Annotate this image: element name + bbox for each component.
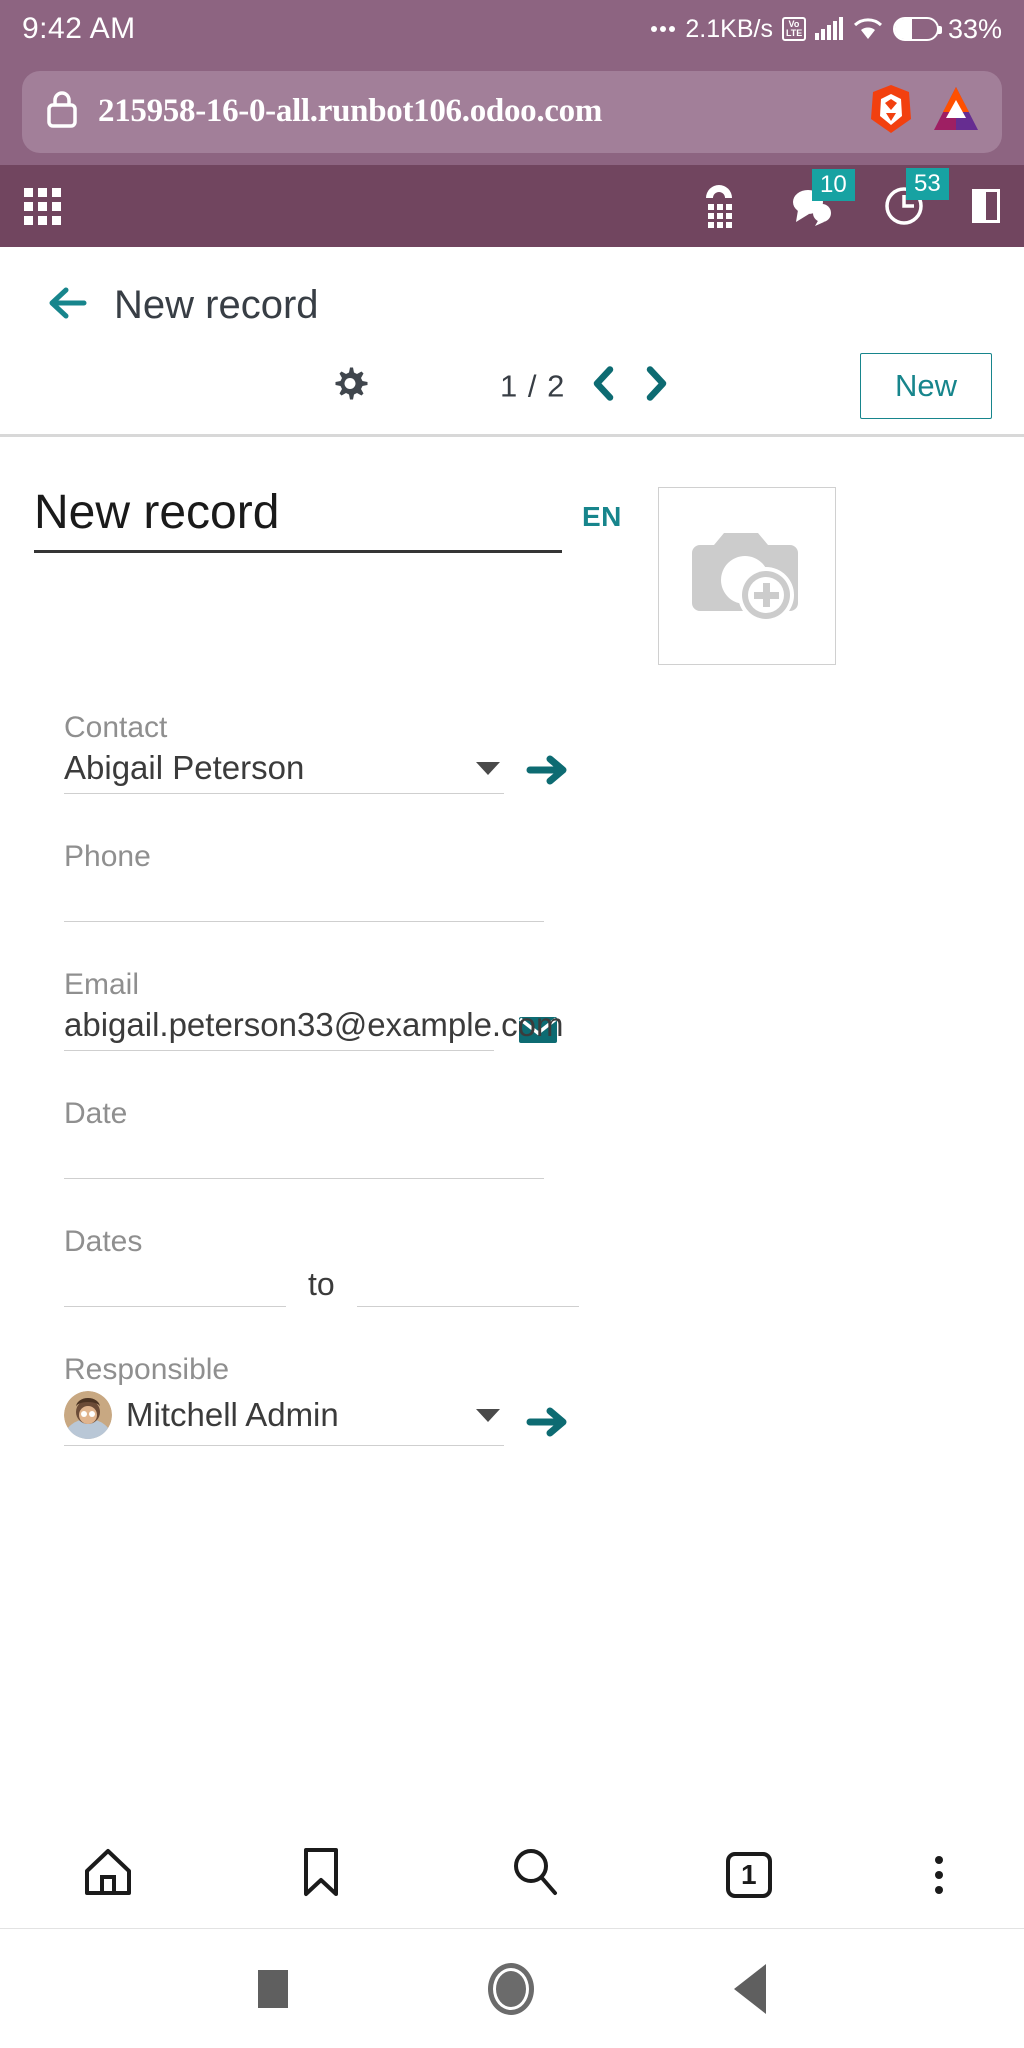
chevron-down-icon[interactable] (476, 1408, 500, 1422)
field-responsible-input[interactable]: Mitchell Admin (64, 1391, 504, 1446)
android-navigation-bar (0, 1928, 1024, 2048)
field-contact-value: Abigail Peterson (64, 749, 305, 786)
odoo-navbar: 10 53 (0, 165, 1024, 247)
home-button[interactable] (81, 1845, 135, 1904)
pager-count-label: 1 / 2 (500, 368, 566, 403)
avatar (64, 1391, 112, 1439)
field-email: Email abigail.peterson33@example.com (34, 922, 990, 1051)
field-contact-label: Contact (64, 711, 168, 744)
messages-button[interactable]: 10 (788, 169, 855, 227)
chevron-down-icon[interactable] (476, 761, 500, 775)
bookmarks-button[interactable] (298, 1845, 344, 1904)
back-button[interactable] (734, 1963, 766, 2014)
volte-bottom-label: LTE (785, 28, 803, 38)
field-dates: Dates to (34, 1179, 990, 1307)
field-email-label: Email (64, 968, 140, 1001)
side-panel-icon (972, 189, 1000, 223)
field-email-input[interactable]: abigail.peterson33@example.com (64, 1006, 563, 1051)
field-contact: Contact Abigail Peterson (34, 665, 990, 794)
language-badge[interactable]: EN (582, 487, 622, 533)
record-pager: 1 / 2 (500, 365, 673, 408)
form-title-row: New record EN (34, 486, 990, 665)
home-icon (85, 1849, 132, 1895)
field-date: Date (34, 1051, 990, 1179)
responsible-internal-link-button[interactable] (504, 1402, 572, 1446)
wifi-icon (853, 18, 882, 39)
pager-previous-button[interactable] (587, 365, 619, 408)
data-rate-label: 2.1KB/s (685, 14, 773, 43)
voip-button[interactable] (696, 182, 742, 230)
dates-separator-label: to (308, 1266, 335, 1302)
home-button[interactable] (488, 1962, 534, 2015)
breadcrumb: New record (0, 247, 1024, 338)
url-text[interactable]: 215958-16-0-all.runbot106.odoo.com (98, 93, 850, 130)
browser-url-bar-container: 215958-16-0-all.runbot106.odoo.com (0, 58, 1024, 165)
apps-grid-icon[interactable] (24, 187, 61, 225)
field-responsible-label: Responsible (64, 1353, 230, 1386)
search-icon (513, 1849, 557, 1895)
form-sheet: New record EN Contact Abigail Peterson P… (0, 437, 1024, 1446)
field-responsible: Responsible Mitchell Admin (34, 1307, 990, 1446)
record-title-input[interactable]: New record (34, 486, 562, 550)
bookmark-icon (304, 1848, 339, 1896)
browser-bottom-toolbar: 1 (0, 1820, 1024, 1928)
breadcrumb-title[interactable]: New record (114, 283, 319, 328)
messages-counter-badge: 10 (812, 169, 855, 201)
record-title-underline (34, 549, 562, 553)
phone-dialpad-icon (706, 185, 732, 228)
field-phone: Phone (34, 794, 990, 922)
field-phone-input[interactable] (64, 878, 544, 922)
lock-icon (44, 88, 80, 135)
field-date-label: Date (64, 1097, 128, 1130)
field-dates-label: Dates (64, 1225, 143, 1258)
data-activity-dots-icon (651, 26, 676, 32)
battery-icon (892, 17, 942, 41)
battery-percent-label: 33% (947, 13, 1002, 44)
recents-button[interactable] (258, 1969, 288, 2008)
status-clock: 9:42 AM (22, 12, 136, 45)
activities-button[interactable]: 53 (882, 168, 949, 228)
field-date-input[interactable] (64, 1135, 544, 1179)
url-bar[interactable]: 215958-16-0-all.runbot106.odoo.com (22, 70, 1002, 153)
bat-token-icon[interactable] (932, 84, 980, 139)
pager-next-button[interactable] (641, 365, 673, 408)
back-button[interactable] (46, 286, 90, 325)
internal-link-arrow-icon (526, 1407, 567, 1437)
tab-count-button[interactable]: 1 (725, 1851, 772, 1898)
internal-link-arrow-icon (526, 755, 567, 785)
control-panel: 1 / 2 New (0, 338, 1024, 434)
activities-counter-badge: 53 (906, 168, 949, 200)
new-record-button[interactable]: New (859, 353, 992, 419)
odoo-page: New record 1 / 2 New New record EN Conta… (0, 247, 1024, 1820)
android-status-bar: 9:42 AM 2.1KB/s Vo LTE 33% (0, 0, 1024, 58)
image-upload-box[interactable] (657, 487, 836, 665)
field-phone-label: Phone (64, 840, 151, 873)
kebab-menu-icon[interactable] (934, 1855, 943, 1894)
side-panel-button[interactable] (972, 189, 1000, 223)
phone-screen: 9:42 AM 2.1KB/s Vo LTE 33% 215958-16-0-a… (0, 0, 1024, 2048)
gear-icon[interactable] (330, 364, 370, 409)
field-responsible-value: Mitchell Admin (126, 1396, 339, 1433)
field-email-value: abigail.peterson33@example.com (64, 1006, 564, 1043)
field-contact-input[interactable]: Abigail Peterson (64, 749, 504, 794)
brave-lion-icon[interactable] (868, 83, 914, 140)
contact-internal-link-button[interactable] (504, 750, 572, 794)
camera-add-icon (691, 533, 798, 623)
search-button[interactable] (507, 1844, 563, 1905)
volte-icon: Vo LTE (781, 17, 806, 41)
cellular-signal-icon (814, 17, 843, 40)
field-dates-start-input[interactable] (64, 1263, 286, 1307)
field-dates-end-input[interactable] (356, 1263, 579, 1307)
